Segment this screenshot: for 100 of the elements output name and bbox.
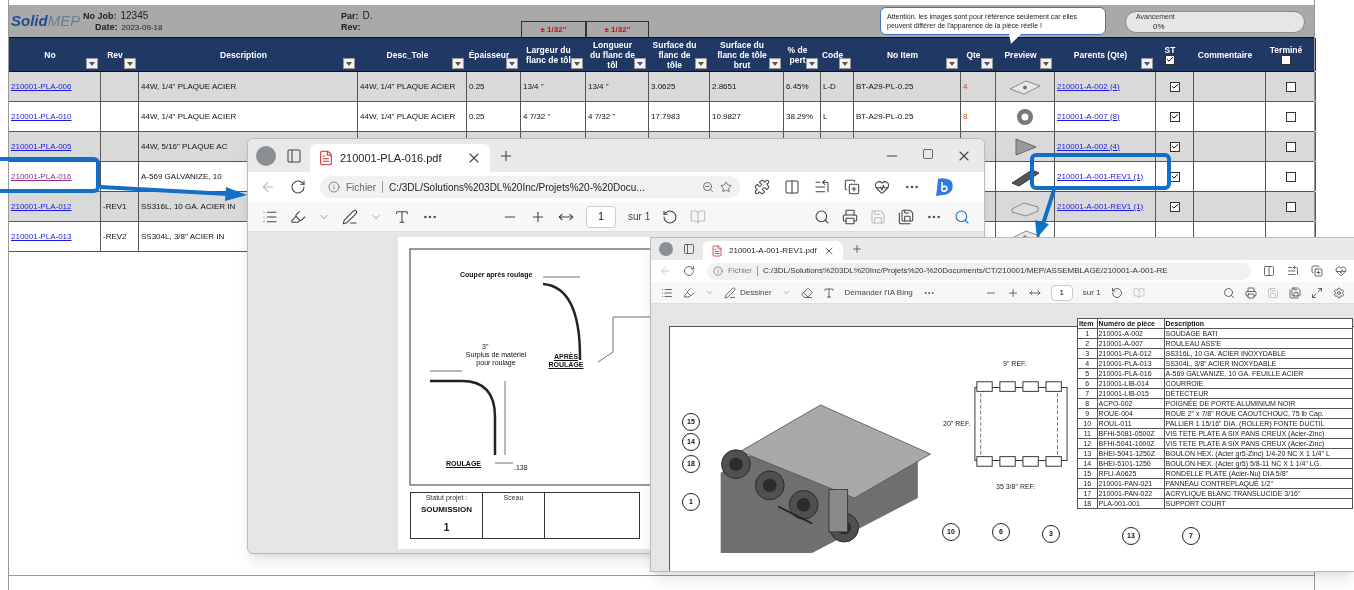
table-cell: SS316L, 10 GA. ACIER IN [141,200,236,213]
new-tab-icon[interactable] [851,243,863,255]
filter-dropdown-button[interactable] [981,58,993,69]
row-checkbox[interactable] [1285,171,1296,182]
chat-logo-icon[interactable] [934,177,954,197]
parent-link[interactable]: 210001-A-001-REV1 (1) [1057,170,1144,183]
favorite-star-icon[interactable] [720,181,732,193]
search-icon[interactable] [814,208,830,225]
pen-icon [724,286,736,299]
expand-icon[interactable] [1311,286,1323,299]
column-header: Terminé [1269,44,1303,55]
eraser-icon[interactable] [800,286,813,299]
filter-dropdown-button[interactable] [769,58,781,69]
field-label: Date: [95,21,118,33]
status-value: SOUMISSION [420,503,473,516]
favorites-icon[interactable] [814,179,830,195]
address-label: Fichier [728,265,752,277]
profile-avatar[interactable] [256,145,276,166]
row-checkbox[interactable] [1169,81,1180,92]
filter-dropdown-button[interactable] [452,58,464,69]
rotate-icon[interactable] [662,208,679,225]
caret-icon [574,61,580,66]
row-checkbox[interactable] [1169,201,1180,212]
parent-link[interactable]: 210001-A-007 (8) [1057,110,1120,123]
filter-dropdown-button[interactable] [124,58,136,69]
print-icon[interactable] [1245,286,1257,299]
row-checkbox[interactable] [1285,111,1296,122]
filter-dropdown-button[interactable] [1141,58,1153,69]
filter-dropdown-button[interactable] [86,58,98,69]
row-checkbox[interactable] [1285,81,1296,92]
filter-dropdown-button[interactable] [806,58,818,69]
reload-icon[interactable] [290,179,306,195]
header-checkbox[interactable] [1165,54,1175,65]
collections-icon[interactable] [1311,265,1323,277]
highlight-icon[interactable] [683,286,695,299]
filter-dropdown-button[interactable] [695,58,707,69]
table-cell: A-569 GALVANIZE, 10 [141,170,222,183]
print-icon[interactable] [842,208,858,225]
part-link[interactable]: 210001-PLA-010 [11,110,72,123]
split-screen-icon[interactable] [784,179,800,195]
filter-dropdown-button[interactable] [343,58,355,69]
filter-dropdown-button[interactable] [571,58,583,69]
tab-actions-icon[interactable] [683,243,695,255]
browser-tab[interactable]: 210001-PLA-016.pdf [310,144,490,172]
health-icon[interactable] [874,179,890,195]
text-box-icon[interactable] [394,208,410,225]
address-bar[interactable]: Fichier C:/3DL/Solutions%203DL%20Inc/Projets%20-%20Documents/CT/210001/MEP/ASSEMBLAGE/210001-A-001-RE [707,262,1251,280]
search-icon[interactable] [954,208,970,225]
contents-icon[interactable] [661,286,673,299]
rotate-icon[interactable] [1110,286,1123,299]
health-icon[interactable] [1335,265,1347,277]
parent-link[interactable]: 210001-A-001-REV1 (1) [1057,200,1144,213]
parent-link[interactable]: 210001-A-002 (4) [1057,140,1120,153]
part-link[interactable]: 210001-PLA-016 [11,170,72,183]
parent-link[interactable]: 210001-A-002 (4) [1057,80,1120,93]
draw-icon[interactable] [342,208,358,225]
zoom-out-icon[interactable] [702,181,714,193]
table-cell: 10.9827 [712,110,741,123]
part-link[interactable]: 210001-PLA-006 [11,80,72,93]
save-as-icon[interactable] [1289,286,1301,299]
filter-dropdown-button[interactable] [946,58,958,69]
reload-icon[interactable] [683,265,695,277]
column-header: Description [220,49,267,60]
row-checkbox[interactable] [1169,111,1180,122]
filter-dropdown-button[interactable] [634,58,646,69]
ask-ai-button[interactable]: Demander l'IA Bing [844,286,913,299]
table-cell: 13/4 " [523,80,544,93]
collections-icon[interactable] [844,179,860,195]
settings-icon[interactable] [1333,286,1345,299]
row-checkbox[interactable] [1285,141,1296,152]
filter-dropdown-button[interactable] [1040,58,1052,69]
maximize-icon[interactable] [922,147,934,160]
highlight-icon[interactable] [290,208,306,225]
row-checkbox[interactable] [1169,171,1180,182]
row-checkbox[interactable] [1285,201,1296,212]
extensions-icon[interactable] [754,179,770,195]
table-cell: 3.0625 [651,80,676,93]
table-cell: 13/4 " [588,80,609,93]
row-checkbox[interactable] [1169,141,1180,152]
table-cell: 44W, 1/4" PLAQUE ACIER [141,80,237,93]
browser-tab[interactable]: 210001-A-001-REV1.pdf [703,241,843,260]
page-number-field[interactable]: 1 [586,205,616,228]
part-link[interactable]: 210001-PLA-013 [11,230,72,243]
part-link[interactable]: 210001-PLA-012 [11,200,72,213]
favorites-icon[interactable] [1287,265,1299,277]
header-checkbox[interactable] [1281,54,1291,65]
address-bar[interactable]: Fichier C:/3DL/Solutions%203DL%20Inc/Projets%20-%20Docu... [320,176,740,198]
profile-avatar[interactable] [659,242,673,256]
tab-actions-icon[interactable] [286,147,302,164]
text-box-icon[interactable] [822,286,835,299]
filter-dropdown-button[interactable] [506,58,518,69]
part-link[interactable]: 210001-PLA-005 [11,140,72,153]
save-as-icon[interactable] [898,208,914,225]
info-icon[interactable] [328,181,340,193]
zoom-in-icon[interactable] [1006,286,1019,299]
split-screen-icon[interactable] [1263,265,1275,277]
table-cell: 0.25 [469,80,485,93]
draw-button[interactable]: Dessiner [724,286,772,299]
page-number-field[interactable]: 1 [1050,284,1073,301]
filter-dropdown-button[interactable] [839,58,851,69]
